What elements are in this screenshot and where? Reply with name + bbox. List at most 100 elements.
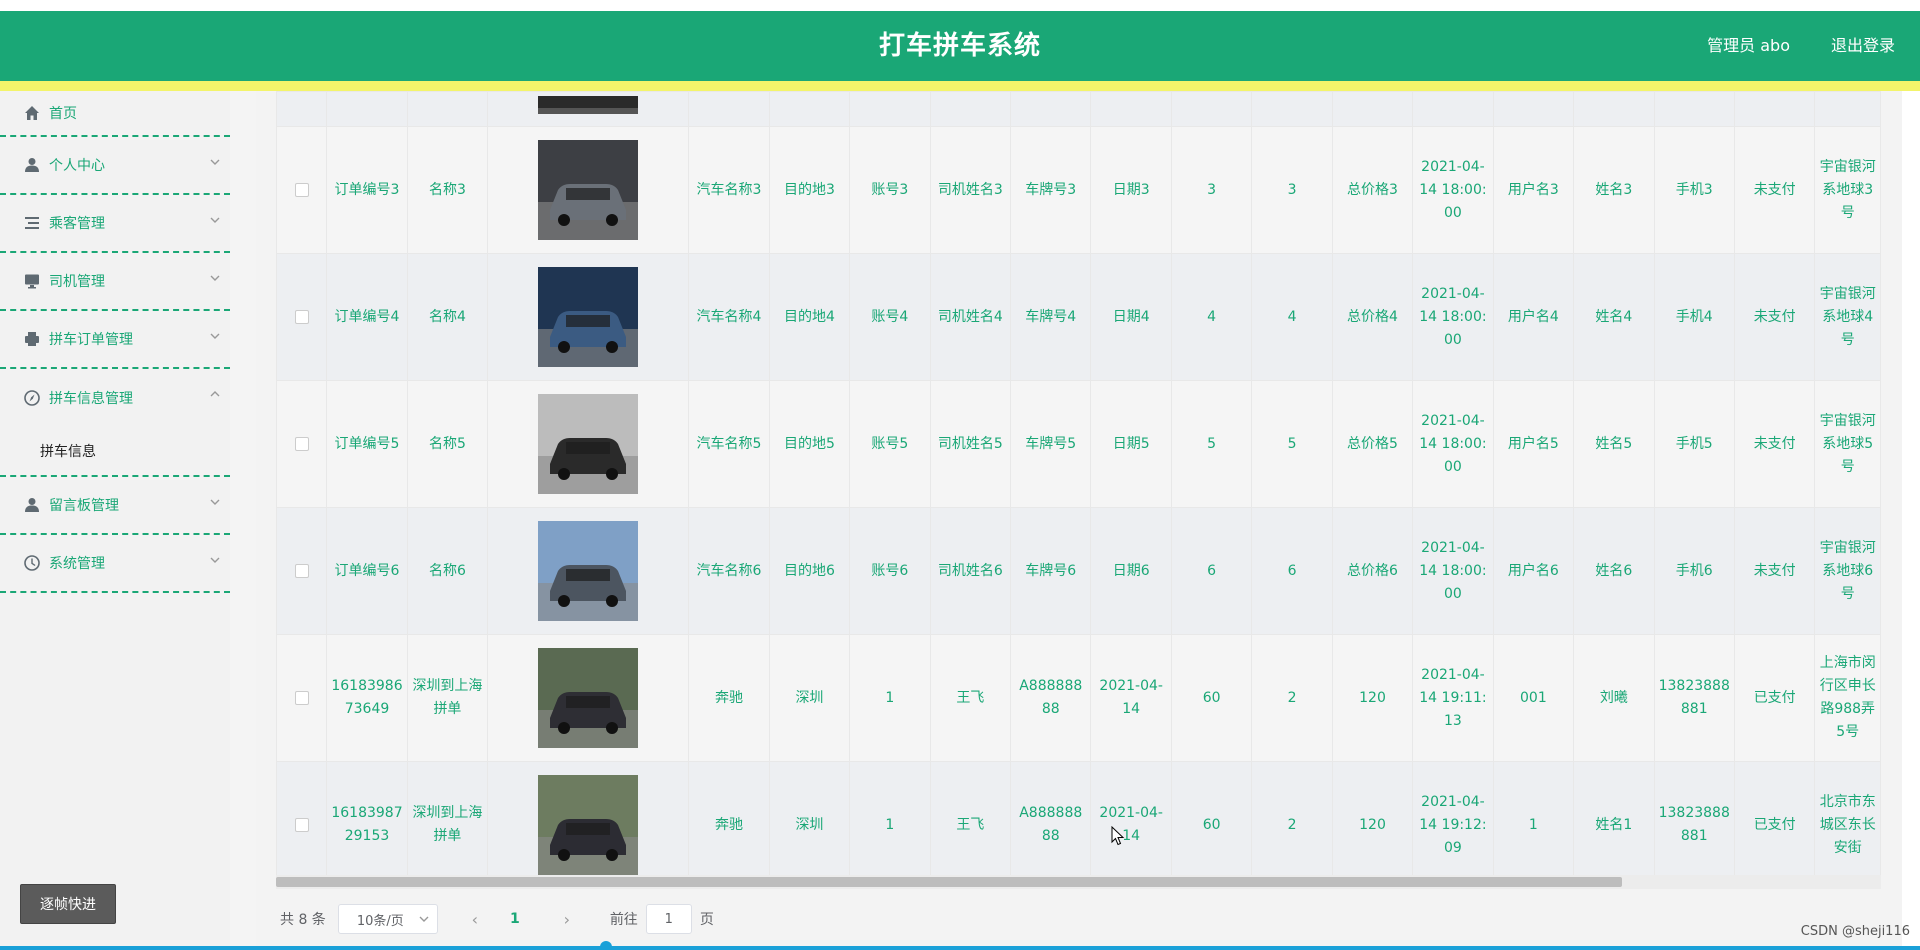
horizontal-scrollbar-thumb[interactable] [276,877,1622,887]
main-content: 订单编号3 名称3 汽车名称3 目的地3 账号3 司机姓名3 车牌号3 日期3 3 3 总价格3 20… [256,91,1902,950]
table-cell-name: 深圳到上海拼单 [406,634,489,762]
table-cell-date: 日期5 [1090,380,1172,508]
table-cell-image [487,507,690,635]
list-icon [25,217,39,229]
mouse-cursor-icon [1111,826,1125,846]
table-cell-image [487,126,690,254]
page-size-select[interactable]: 10条/页 [337,904,438,934]
table-row-partial [276,91,1881,127]
table-cell-c1: 3 [1170,126,1253,254]
row-checkbox[interactable] [294,817,309,832]
table-cell-datetime: 2021-04-14 18:00:00 [1412,253,1494,381]
table-cell-plate: A88888888 [1010,634,1092,762]
table-cell-datetime: 2021-04-14 19:11:13 [1412,634,1494,762]
table-cell-driver-name: 司机姓名5 [929,380,1012,508]
table-cell [1331,91,1414,127]
table-cell-pay-status: 未支付 [1733,126,1816,254]
sidebar-item-system-management[interactable]: 系统管理 [0,535,230,593]
table-cell-total-price: 总价格5 [1331,380,1414,508]
table-cell [1573,91,1655,127]
row-checkbox[interactable] [294,182,309,197]
row-checkbox[interactable] [294,563,309,578]
table-cell-c2: 2 [1251,761,1333,889]
app-header: 打车拼车系统 管理员 abo 退出登录 [0,11,1920,81]
sidebar-subitem-carpool-info[interactable]: 拼车信息 [0,427,230,477]
video-progress-bar[interactable] [0,946,1920,950]
table-cell-phone: 13823888881 [1653,761,1735,889]
car-image [538,394,639,494]
table-row: 1618398729153 深圳到上海拼单 奔驰 深圳 1 王飞 A88888888 2021… [276,761,1881,889]
table-cell-destination: 目的地4 [768,253,851,381]
sidebar-item-passenger-management[interactable]: 乘客管理 [0,195,230,253]
table-cell-username: 用户名3 [1492,126,1575,254]
table-cell-total-price: 总价格6 [1331,507,1414,635]
data-table-wrapper: 订单编号3 名称3 汽车名称3 目的地3 账号3 司机姓名3 车牌号3 日期3 3 3 总价格3 20… [276,91,1881,889]
chevron-up-icon [210,391,220,397]
table-cell-driver-name: 司机姓名6 [929,507,1012,635]
table-cell-address: 宇宙银河系地球5号 [1814,380,1881,508]
prev-page-button[interactable]: ‹ [460,910,490,929]
table-cell-destination: 深圳 [768,634,851,762]
car-image [538,140,639,240]
table-cell-image [487,634,690,762]
logout-link[interactable]: 退出登录 [1831,11,1895,81]
row-checkbox[interactable] [294,690,309,705]
table-cell [849,91,931,127]
car-image [538,521,639,621]
table-cell-pay-status: 未支付 [1733,253,1816,381]
table-cell [1251,91,1333,127]
table-cell-account: 账号3 [849,126,931,254]
table-cell [688,91,770,127]
table-cell-image [487,761,690,889]
table-cell [1733,91,1816,127]
table-row: 订单编号4 名称4 汽车名称4 目的地4 账号4 司机姓名4 车牌号4 日期4 4 4 总价格4 20… [276,253,1881,381]
goto-page-input[interactable] [645,904,692,934]
table-cell-total-price: 总价格3 [1331,126,1414,254]
table-cell-car-name: 奔驰 [688,634,770,762]
row-checkbox[interactable] [294,309,309,324]
table-cell [406,91,489,127]
table-cell-car-name: 汽车名称4 [688,253,770,381]
table-cell-real-name: 姓名1 [1573,761,1655,889]
sidebar-item-carpool-order-management[interactable]: 拼车订单管理 [0,311,230,369]
table-cell-c2: 3 [1251,126,1333,254]
table-cell-real-name: 姓名4 [1573,253,1655,381]
sidebar-item-label: 个人中心 [49,158,105,174]
table-cell-pay-status: 未支付 [1733,507,1816,635]
sidebar-item-label: 乘客管理 [49,216,105,232]
table-cell-c1: 4 [1170,253,1253,381]
sidebar-item-home[interactable]: 首页 [0,91,230,137]
table-cell-date: 日期4 [1090,253,1172,381]
page-number-current[interactable]: 1 [500,911,530,927]
table-cell-real-name: 刘曦 [1573,634,1655,762]
table-cell-pay-status: 已支付 [1733,634,1816,762]
video-progress-handle[interactable] [600,941,612,950]
table-cell-date: 日期3 [1090,126,1172,254]
table-cell-address: 宇宙银河系地球4号 [1814,253,1881,381]
horizontal-scrollbar[interactable] [276,875,1881,889]
home-icon [25,106,39,120]
carpool-info-table: 订单编号3 名称3 汽车名称3 目的地3 账号3 司机姓名3 车牌号3 日期3 3 3 总价格3 20… [276,91,1881,889]
table-cell-plate: A88888888 [1010,761,1092,889]
table-cell-address: 北京市东城区东长安街 [1814,761,1881,889]
row-checkbox[interactable] [294,436,309,451]
table-cell-order-no: 1618398673649 [326,634,408,762]
vertical-scrollbar[interactable] [1902,91,1920,950]
chevron-down-icon [210,159,220,165]
sidebar-item-carpool-info-management[interactable]: 拼车信息管理 [0,369,230,427]
table-cell [1492,91,1575,127]
sidebar-item-personal-center[interactable]: 个人中心 [0,137,230,195]
table-cell-real-name: 姓名3 [1573,126,1655,254]
table-cell-date: 2021-04-14 [1090,634,1172,762]
table-cell-plate: 车牌号5 [1010,380,1092,508]
table-cell-datetime: 2021-04-14 18:00:00 [1412,380,1494,508]
table-row: 订单编号5 名称5 汽车名称5 目的地5 账号5 司机姓名5 车牌号5 日期5 5 5 总价格5 20… [276,380,1881,508]
table-cell-username: 用户名6 [1492,507,1575,635]
sidebar-item-driver-management[interactable]: 司机管理 [0,253,230,311]
next-page-button[interactable]: › [552,910,582,929]
table-cell-phone: 13823888881 [1653,634,1735,762]
sidebar-item-message-board-management[interactable]: 留言板管理 [0,477,230,535]
table-cell-username: 001 [1492,634,1575,762]
table-cell-name: 深圳到上海拼单 [406,761,489,889]
frame-fast-forward-button[interactable]: 逐帧快进 [20,884,116,924]
